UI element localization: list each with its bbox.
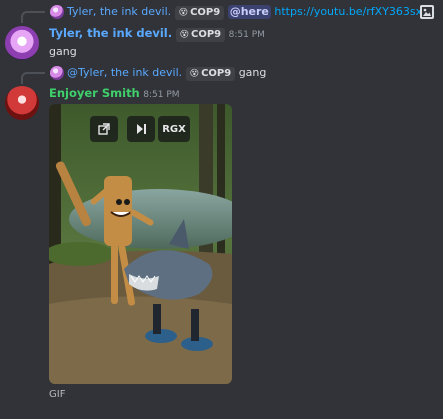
skull-icon: 😵 (189, 69, 200, 79)
reply-connector (21, 72, 45, 84)
reply-preview[interactable]: @Tyler, the ink devil. 😵 COP9 gang (67, 66, 266, 81)
role-tag: 😵 COP9 (185, 67, 236, 81)
author-name[interactable]: Tyler, the ink devil. (49, 26, 172, 40)
rgx-button[interactable]: RGX (158, 116, 190, 142)
play-pause-button[interactable] (127, 116, 155, 142)
reply-link[interactable]: https://youtu.be/rfXY363sx0s (274, 5, 435, 18)
timestamp: 8:51 PM (228, 30, 265, 40)
skull-icon: 😵 (179, 30, 190, 40)
reply-avatar[interactable] (50, 5, 64, 19)
skull-icon: 😵 (178, 8, 189, 18)
message-header: Tyler, the ink devil. 😵 COP9 8:51 PM (49, 26, 265, 43)
reply-avatar[interactable] (50, 66, 64, 80)
gif-attachment[interactable] (49, 104, 232, 384)
here-mention[interactable]: @here (227, 5, 271, 19)
avatar[interactable] (5, 26, 39, 60)
role-tag: 😵 COP9 (175, 28, 226, 42)
gif-image (49, 104, 232, 384)
open-external-icon (98, 123, 110, 135)
reply-text: gang (238, 66, 267, 79)
rgx-label: RGX (162, 123, 186, 135)
timestamp: 8:51 PM (143, 90, 180, 100)
image-icon (420, 5, 434, 19)
reply-connector (21, 11, 45, 23)
avatar[interactable] (5, 86, 39, 120)
open-external-button[interactable] (90, 116, 118, 142)
message-header: Enjoyer Smith 8:51 PM (49, 86, 180, 103)
reply-mention[interactable]: @Tyler, the ink devil. (67, 66, 182, 79)
reply-preview[interactable]: Tyler, the ink devil. 😵 COP9 @here https:… (67, 5, 435, 20)
reply-author[interactable]: Tyler, the ink devil. (67, 5, 171, 18)
play-next-icon (137, 124, 146, 134)
author-name[interactable]: Enjoyer Smith (49, 86, 140, 100)
attachment-type-label: GIF (49, 389, 66, 400)
role-tag: 😵 COP9 (174, 6, 225, 20)
message-content: gang (49, 45, 77, 58)
